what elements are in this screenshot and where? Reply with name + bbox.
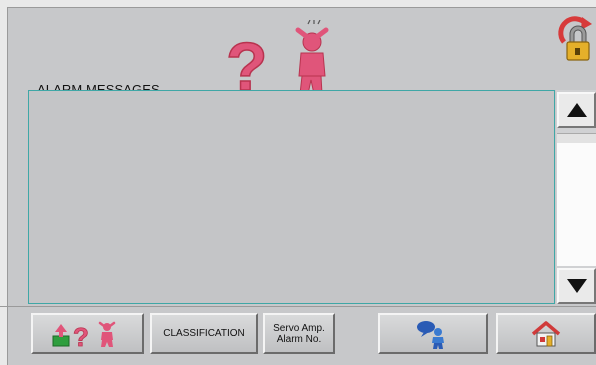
servo-label-line2: Alarm No. <box>276 333 322 345</box>
svg-text:?: ? <box>226 29 268 96</box>
help-person-icon: ? <box>52 321 115 348</box>
svg-text:?: ? <box>73 322 89 348</box>
classification-button[interactable]: CLASSIFICATION <box>150 313 258 354</box>
help-button[interactable]: ? <box>31 313 144 354</box>
operator-chat-icon <box>417 320 444 349</box>
operator-button[interactable] <box>378 313 488 354</box>
scroll-up-button[interactable] <box>557 92 596 128</box>
classification-label: CLASSIFICATION <box>163 328 245 339</box>
servo-amp-alarm-button[interactable]: Servo Amp. Alarm No. <box>263 313 335 354</box>
alarm-message-list[interactable] <box>28 90 555 304</box>
scroll-thumb[interactable] <box>557 133 596 266</box>
servo-label-line1: Servo Amp. <box>273 322 325 334</box>
lock-reset-icon[interactable] <box>556 12 596 68</box>
alarm-help-icon: ? <box>226 20 329 96</box>
arrow-up-icon <box>566 103 587 117</box>
arrow-down-icon <box>566 279 587 293</box>
scroll-down-button[interactable] <box>557 268 596 304</box>
footer-divider <box>0 306 596 307</box>
home-icon <box>531 320 561 346</box>
home-button[interactable] <box>496 313 596 354</box>
